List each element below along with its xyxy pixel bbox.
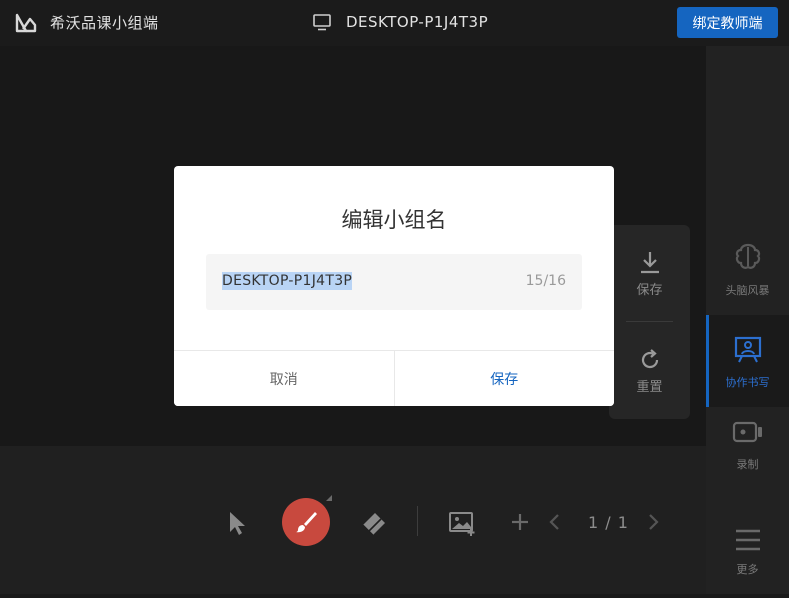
- dialog-footer: 取消 保存: [174, 350, 614, 406]
- device-label: DESKTOP-P1J4T3P: [312, 12, 488, 32]
- group-name-value[interactable]: DESKTOP-P1J4T3P: [222, 272, 353, 290]
- record-icon: [732, 421, 762, 443]
- sidebar-item-collab-writing[interactable]: 协作书写: [706, 315, 789, 407]
- panel-save-label: 保存: [636, 282, 663, 298]
- prev-page-icon[interactable]: [548, 512, 562, 532]
- eraser-icon[interactable]: [358, 510, 388, 538]
- logo-icon: [15, 13, 37, 33]
- brush-icon: [296, 512, 317, 533]
- refresh-icon: [641, 348, 658, 368]
- edit-group-name-dialog: 编辑小组名 DESKTOP-P1J4T3P 15/16 取消 保存: [174, 166, 614, 406]
- cancel-button[interactable]: 取消: [174, 351, 395, 406]
- collab-writing-icon: [734, 336, 761, 363]
- page-indicator: 1 / 1: [588, 513, 629, 532]
- char-counter: 15/16: [525, 273, 566, 289]
- sidebar-item-more[interactable]: 更多: [706, 506, 789, 598]
- add-page-icon[interactable]: [510, 512, 530, 532]
- panel-reset-button[interactable]: 重置: [609, 323, 690, 419]
- dialog-title: 编辑小组名: [341, 208, 447, 232]
- next-page-icon[interactable]: [646, 512, 660, 532]
- save-reset-panel: 保存 重置: [609, 225, 690, 419]
- monitor-icon: [313, 14, 331, 31]
- panel-save-button[interactable]: 保存: [609, 225, 690, 321]
- sidebar-item-label: 协作书写: [725, 376, 770, 389]
- brush-tool-button[interactable]: [282, 498, 330, 546]
- sidebar-item-record[interactable]: 录制: [706, 399, 789, 491]
- brain-icon: [735, 243, 760, 269]
- download-icon: [640, 251, 659, 273]
- panel-reset-label: 重置: [636, 379, 663, 395]
- toolbar-divider: [417, 506, 418, 536]
- save-button[interactable]: 保存: [394, 351, 614, 406]
- sidebar-item-label: 更多: [736, 563, 759, 576]
- insert-image-icon[interactable]: [448, 510, 476, 536]
- group-name-input[interactable]: DESKTOP-P1J4T3P 15/16: [206, 254, 582, 310]
- device-name: DESKTOP-P1J4T3P: [346, 13, 489, 31]
- sidebar-item-label: 录制: [736, 458, 759, 471]
- select-cursor-icon[interactable]: [226, 510, 250, 536]
- right-sidebar: 头脑风暴 协作书写 录制 更多: [706, 46, 789, 594]
- sidebar-item-brainstorm[interactable]: 头脑风暴: [706, 223, 789, 315]
- menu-icon: [735, 529, 760, 551]
- brush-options-indicator: [326, 495, 332, 501]
- app-title: 希沃品课小组端: [50, 14, 159, 32]
- top-bar: 希沃品课小组端 DESKTOP-P1J4T3P 绑定教师端: [0, 0, 789, 46]
- sidebar-item-label: 头脑风暴: [725, 284, 770, 297]
- divider: [626, 321, 673, 322]
- bind-teacher-button[interactable]: 绑定教师端: [677, 7, 778, 38]
